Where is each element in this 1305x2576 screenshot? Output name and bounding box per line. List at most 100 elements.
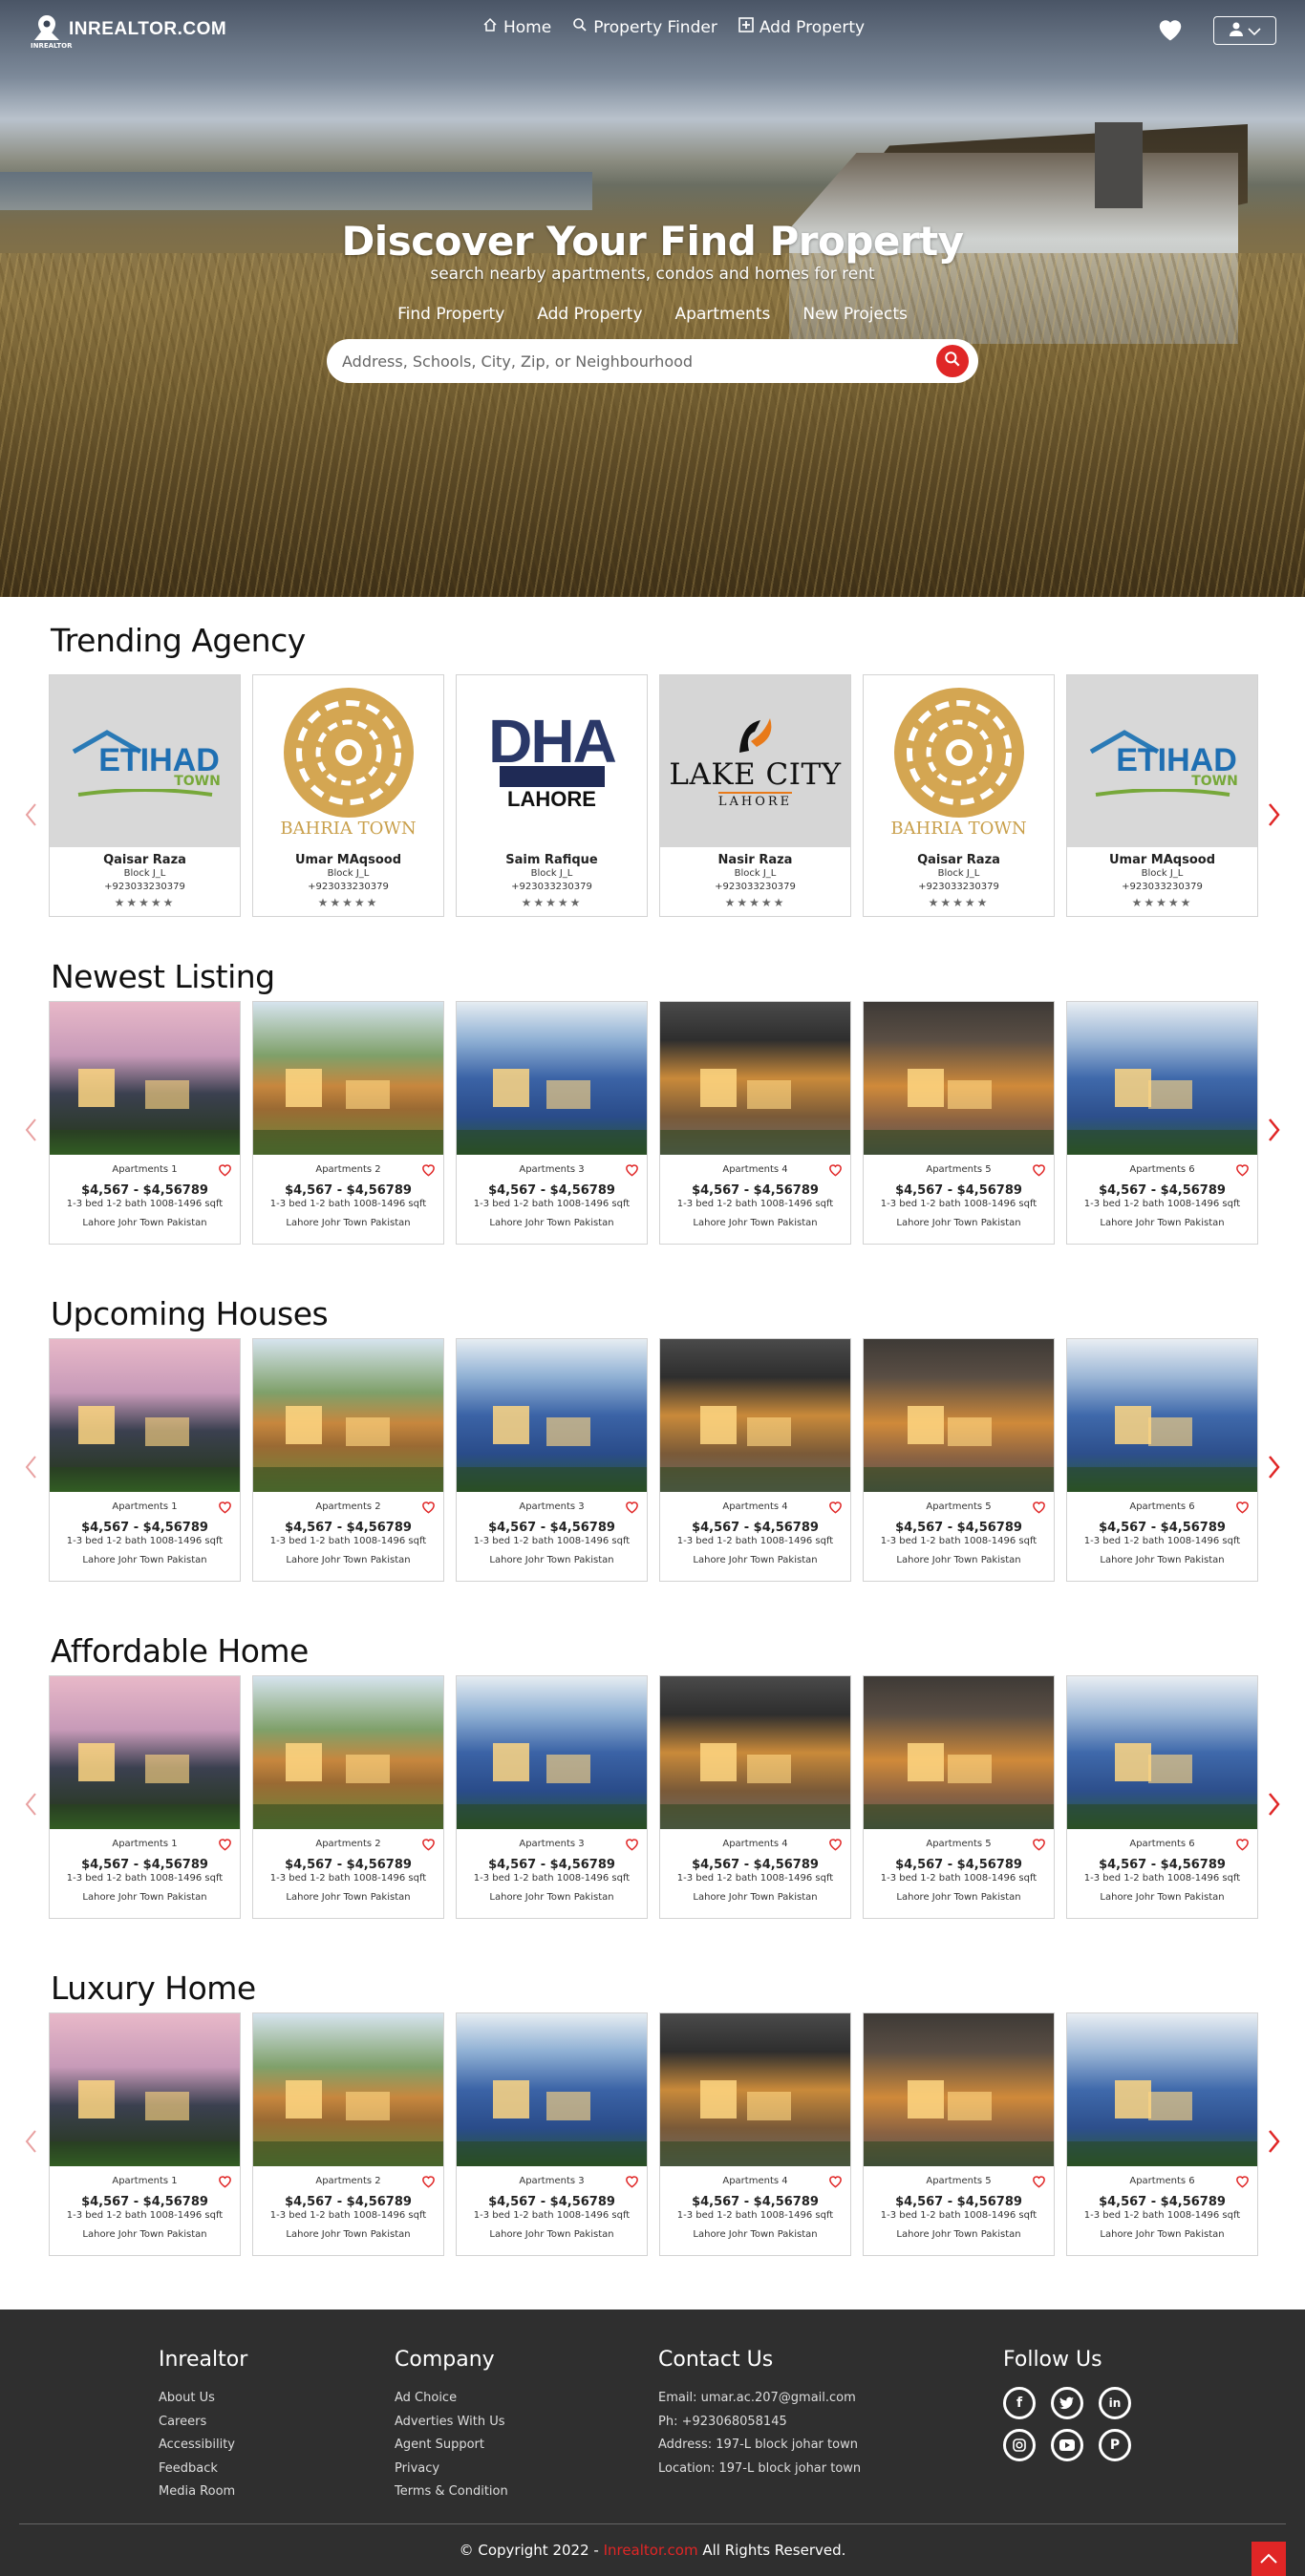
footer-link[interactable]: About Us	[159, 2387, 247, 2411]
hero-link-add-property[interactable]: Add Property	[537, 305, 642, 324]
property-card[interactable]: Apartments 1 $4,567 - $4,56789 1-3 bed 1-2…	[49, 1338, 241, 1582]
hero-link-new-projects[interactable]: New Projects	[802, 305, 908, 324]
favorite-heart-icon[interactable]	[1235, 1162, 1250, 1181]
favorite-heart-icon[interactable]	[421, 1162, 436, 1181]
favorite-heart-icon[interactable]	[1032, 1500, 1046, 1518]
property-card[interactable]: Apartments 4 $4,567 - $4,56789 1-3 bed 1-2…	[659, 2012, 851, 2256]
menu-add-property[interactable]: Add Property	[738, 17, 865, 37]
agency-card[interactable]: DHA LAHORE Saim Rafique Block J_L +9230332…	[456, 674, 648, 917]
favorite-heart-icon[interactable]	[828, 1162, 843, 1181]
property-card[interactable]: Apartments 2 $4,567 - $4,56789 1-3 bed 1-2…	[252, 2012, 444, 2256]
youtube-icon[interactable]	[1051, 2429, 1083, 2461]
brand-logo[interactable]: INREALTOR INREALTOR.COM	[31, 13, 226, 52]
property-card[interactable]: Apartments 4 $4,567 - $4,56789 1-3 bed 1-2…	[659, 1001, 851, 1245]
favorite-heart-icon[interactable]	[218, 1500, 232, 1518]
footer-link[interactable]: Feedback	[159, 2458, 247, 2481]
carousel-prev-button[interactable]	[21, 1453, 40, 1481]
search-input[interactable]	[342, 351, 936, 371]
favorite-heart-icon[interactable]	[218, 1162, 232, 1181]
pinterest-icon[interactable]: P	[1099, 2429, 1131, 2461]
favorite-heart-icon[interactable]	[1032, 1837, 1046, 1855]
carousel-prev-button[interactable]	[21, 1790, 40, 1819]
carousel-next-button[interactable]	[1265, 1453, 1284, 1481]
property-card[interactable]: Apartments 6 $4,567 - $4,56789 1-3 bed 1-2…	[1066, 1338, 1258, 1582]
footer-link[interactable]: Adverties With Us	[395, 2411, 508, 2435]
favorites-heart-icon[interactable]	[1156, 15, 1185, 46]
property-card[interactable]: Apartments 2 $4,567 - $4,56789 1-3 bed 1-2…	[252, 1338, 444, 1582]
property-card[interactable]: Apartments 4 $4,567 - $4,56789 1-3 bed 1-2…	[659, 1675, 851, 1919]
property-card[interactable]: Apartments 3 $4,567 - $4,56789 1-3 bed 1-2…	[456, 2012, 648, 2256]
favorite-heart-icon[interactable]	[1032, 1162, 1046, 1181]
favorite-heart-icon[interactable]	[1235, 1500, 1250, 1518]
favorite-heart-icon[interactable]	[421, 1500, 436, 1518]
instagram-icon[interactable]	[1003, 2429, 1036, 2461]
footer-link[interactable]: Terms & Condition	[395, 2480, 508, 2504]
property-card[interactable]: Apartments 6 $4,567 - $4,56789 1-3 bed 1-2…	[1066, 1675, 1258, 1919]
property-card[interactable]: Apartments 3 $4,567 - $4,56789 1-3 bed 1-2…	[456, 1338, 648, 1582]
agency-card[interactable]: ETIHAD TOWN Qaisar Raza Block J_L +9230332…	[49, 674, 241, 917]
footer-link[interactable]: Privacy	[395, 2458, 508, 2481]
favorite-heart-icon[interactable]	[421, 2174, 436, 2192]
property-price: $4,567 - $4,56789	[285, 1858, 412, 1872]
hero-link-apartments[interactable]: Apartments	[675, 305, 771, 324]
carousel-next-button[interactable]	[1265, 1116, 1284, 1144]
favorite-heart-icon[interactable]	[218, 1837, 232, 1855]
linkedin-icon[interactable]: in	[1099, 2387, 1131, 2419]
property-price: $4,567 - $4,56789	[692, 2195, 819, 2209]
agency-phone: +923033230379	[104, 882, 185, 892]
property-card[interactable]: Apartments 1 $4,567 - $4,56789 1-3 bed 1-2…	[49, 1675, 241, 1919]
agency-card[interactable]: LAKE CITY LAHORE Nasir Raza Block J_L +923…	[659, 674, 851, 917]
footer-link[interactable]: Ad Choice	[395, 2387, 508, 2411]
footer-link[interactable]: Media Room	[159, 2480, 247, 2504]
carousel-next-button[interactable]	[1265, 800, 1284, 829]
favorite-heart-icon[interactable]	[218, 2174, 232, 2192]
carousel-next-button[interactable]	[1265, 1790, 1284, 1819]
menu-home[interactable]: Home	[482, 17, 551, 37]
favorite-heart-icon[interactable]	[1235, 1837, 1250, 1855]
back-to-top-button[interactable]	[1252, 2542, 1286, 2576]
favorite-heart-icon[interactable]	[421, 1837, 436, 1855]
facebook-icon[interactable]: f	[1003, 2387, 1036, 2419]
property-card[interactable]: Apartments 5 $4,567 - $4,56789 1-3 bed 1-2…	[863, 1338, 1055, 1582]
property-card[interactable]: Apartments 4 $4,567 - $4,56789 1-3 bed 1-2…	[659, 1338, 851, 1582]
property-card[interactable]: Apartments 5 $4,567 - $4,56789 1-3 bed 1-2…	[863, 1675, 1055, 1919]
property-card[interactable]: Apartments 1 $4,567 - $4,56789 1-3 bed 1-2…	[49, 1001, 241, 1245]
carousel-next-button[interactable]	[1265, 2127, 1284, 2156]
copyright-brand-link[interactable]: Inrealtor.com	[604, 2542, 698, 2559]
agency-card[interactable]: ETIHAD TOWN Umar MAqsood Block J_L +923033…	[1066, 674, 1258, 917]
agency-card[interactable]: BAHRIA TOWN Qaisar Raza Block J_L +9230332…	[863, 674, 1055, 917]
hero-link-find-property[interactable]: Find Property	[397, 305, 504, 324]
property-card[interactable]: Apartments 2 $4,567 - $4,56789 1-3 bed 1-2…	[252, 1001, 444, 1245]
favorite-heart-icon[interactable]	[1235, 2174, 1250, 2192]
user-menu-button[interactable]	[1213, 16, 1276, 45]
property-card[interactable]: Apartments 6 $4,567 - $4,56789 1-3 bed 1-2…	[1066, 1001, 1258, 1245]
favorite-heart-icon[interactable]	[625, 1837, 639, 1855]
search-button[interactable]	[936, 345, 969, 377]
carousel-prev-button[interactable]	[21, 2127, 40, 2156]
footer-link[interactable]: Agent Support	[395, 2434, 508, 2458]
favorite-heart-icon[interactable]	[1032, 2174, 1046, 2192]
twitter-icon[interactable]	[1051, 2387, 1083, 2419]
footer-link[interactable]: Careers	[159, 2411, 247, 2435]
carousel-prev-button[interactable]	[21, 1116, 40, 1144]
menu-property-finder[interactable]: Property Finder	[572, 17, 717, 37]
carousel-prev-button[interactable]	[21, 800, 40, 829]
favorite-heart-icon[interactable]	[828, 1500, 843, 1518]
property-card[interactable]: Apartments 2 $4,567 - $4,56789 1-3 bed 1-2…	[252, 1675, 444, 1919]
favorite-heart-icon[interactable]	[828, 2174, 843, 2192]
favorite-heart-icon[interactable]	[625, 2174, 639, 2192]
property-card[interactable]: Apartments 1 $4,567 - $4,56789 1-3 bed 1-2…	[49, 2012, 241, 2256]
favorite-heart-icon[interactable]	[625, 1162, 639, 1181]
rating-stars: ★★★★★	[114, 896, 176, 909]
agency-card[interactable]: BAHRIA TOWN Umar MAqsood Block J_L +923033…	[252, 674, 444, 917]
footer-link[interactable]: Accessibility	[159, 2434, 247, 2458]
property-card[interactable]: Apartments 3 $4,567 - $4,56789 1-3 bed 1-2…	[456, 1001, 648, 1245]
property-card[interactable]: Apartments 6 $4,567 - $4,56789 1-3 bed 1-2…	[1066, 2012, 1258, 2256]
property-card[interactable]: Apartments 5 $4,567 - $4,56789 1-3 bed 1-2…	[863, 1001, 1055, 1245]
favorite-heart-icon[interactable]	[625, 1500, 639, 1518]
property-card[interactable]: Apartments 5 $4,567 - $4,56789 1-3 bed 1-2…	[863, 2012, 1055, 2256]
footer-heading: Inrealtor	[159, 2348, 248, 2372]
property-card[interactable]: Apartments 3 $4,567 - $4,56789 1-3 bed 1-2…	[456, 1675, 648, 1919]
property-specs: 1-3 bed 1-2 bath 1008-1496 sqft	[1083, 1536, 1241, 1546]
favorite-heart-icon[interactable]	[828, 1837, 843, 1855]
